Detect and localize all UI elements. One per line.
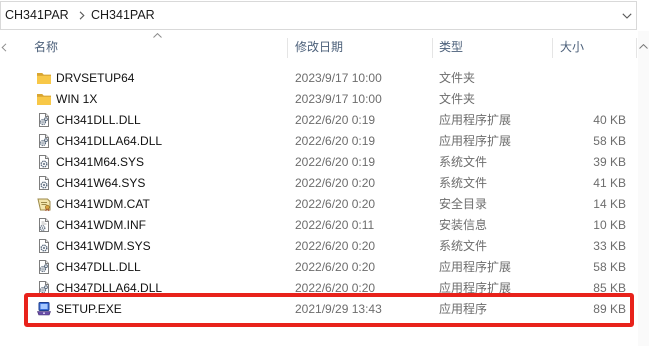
file-modified-date: 2022/6/20 0:20 <box>295 176 376 190</box>
file-type: 应用程序扩展 <box>439 260 512 274</box>
column-header-type[interactable]: 类型 <box>439 37 463 58</box>
setup-exe-icon <box>36 301 52 317</box>
column-header-row: 名称 修改日期 类型 大小 <box>0 37 637 58</box>
file-name: DRVSETUP64 <box>56 71 135 85</box>
file-row[interactable]: CH341W64.SYS 2022/6/20 0:20 系统文件 41 KB <box>26 173 634 194</box>
file-modified-date: 2022/6/20 0:11 <box>295 218 375 232</box>
breadcrumb-item[interactable]: CH341PAR <box>91 2 155 29</box>
file-row[interactable]: CH341DLL.DLL 2022/6/20 0:19 应用程序扩展 40 KB <box>26 110 634 131</box>
sys-file-icon <box>36 154 52 170</box>
sys-file-icon <box>36 175 52 191</box>
file-row[interactable]: CH341WDM.SYS 2022/6/20 0:20 系统文件 33 KB <box>26 236 634 257</box>
column-header-size[interactable]: 大小 <box>560 37 584 58</box>
file-name: CH347DLLA64.DLL <box>56 281 163 295</box>
file-row[interactable]: CH341M64.SYS 2022/6/20 0:19 系统文件 39 KB <box>26 152 634 173</box>
file-row[interactable]: CH341WDM.INF 2022/6/20 0:11 安装信息 10 KB <box>26 215 634 236</box>
chevron-right-icon[interactable] <box>79 11 85 20</box>
dll-file-icon <box>36 280 52 296</box>
file-name: SETUP.EXE <box>56 302 122 316</box>
file-modified-date: 2022/6/20 0:19 <box>295 113 376 127</box>
file-type: 系统文件 <box>439 239 488 253</box>
file-modified-date: 2023/9/17 10:00 <box>295 92 382 106</box>
file-name: CH341M64.SYS <box>56 155 145 169</box>
column-divider[interactable] <box>287 38 288 58</box>
file-modified-date: 2022/6/20 0:20 <box>295 197 376 211</box>
file-modified-date: 2023/9/17 10:00 <box>295 71 382 85</box>
file-size: 33 KB <box>593 239 626 253</box>
folder-icon <box>36 91 52 107</box>
file-list: DRVSETUP64 2023/9/17 10:00 文件夹 WIN 1X 2023/9… <box>0 68 637 320</box>
dll-file-icon <box>36 259 52 275</box>
column-divider[interactable] <box>636 38 637 58</box>
column-divider[interactable] <box>552 38 553 58</box>
file-size: 58 KB <box>593 134 626 148</box>
file-type: 应用程序扩展 <box>439 134 512 148</box>
file-type: 应用程序扩展 <box>439 113 512 127</box>
file-row[interactable]: CH347DLLA64.DLL 2022/6/20 0:20 应用程序扩展 85 KB <box>26 278 634 299</box>
sys-file-icon <box>36 238 52 254</box>
file-name: CH341DLLA64.DLL <box>56 134 163 148</box>
file-row[interactable]: SETUP.EXE 2021/9/29 13:43 应用程序 89 KB <box>26 299 634 320</box>
file-type: 文件夹 <box>439 92 476 106</box>
chevron-down-icon[interactable] <box>622 13 632 19</box>
file-row[interactable]: CH341DLLA64.DLL 2022/6/20 0:19 应用程序扩展 58 KB <box>26 131 634 152</box>
column-header-name[interactable]: 名称 <box>34 37 58 58</box>
file-modified-date: 2022/6/20 0:20 <box>295 260 376 274</box>
file-size: 39 KB <box>593 155 626 169</box>
file-name: WIN 1X <box>56 92 98 106</box>
breadcrumb-item[interactable]: CH341PAR <box>5 2 69 29</box>
file-type: 安装信息 <box>439 218 488 232</box>
file-type: 系统文件 <box>439 155 488 169</box>
file-size: 85 KB <box>593 281 626 295</box>
file-name: CH341DLL.DLL <box>56 113 141 127</box>
file-size: 40 KB <box>593 113 626 127</box>
file-name: CH341W64.SYS <box>56 176 146 190</box>
file-type: 安全目录 <box>439 197 488 211</box>
scroll-up-icon[interactable] <box>639 44 648 49</box>
file-modified-date: 2022/6/20 0:20 <box>295 239 376 253</box>
inf-file-icon <box>36 217 52 233</box>
file-name: CH341WDM.INF <box>56 218 147 232</box>
address-bar[interactable]: CH341PAR CH341PAR <box>0 1 637 30</box>
file-modified-date: 2022/6/20 0:19 <box>295 155 376 169</box>
column-header-modified[interactable]: 修改日期 <box>295 37 343 58</box>
file-modified-date: 2022/6/20 0:20 <box>295 281 376 295</box>
file-size: 41 KB <box>593 176 626 190</box>
file-size: 58 KB <box>593 260 626 274</box>
file-type: 文件夹 <box>439 71 476 85</box>
dll-file-icon <box>36 133 52 149</box>
dll-file-icon <box>36 112 52 128</box>
file-type: 应用程序 <box>439 302 488 316</box>
file-type: 系统文件 <box>439 176 488 190</box>
folder-icon <box>36 70 52 86</box>
catalog-file-icon <box>36 196 52 212</box>
file-modified-date: 2022/6/20 0:19 <box>295 134 376 148</box>
file-modified-date: 2021/9/29 13:43 <box>295 302 382 316</box>
file-size: 10 KB <box>593 218 626 232</box>
column-divider[interactable] <box>432 38 433 58</box>
vertical-scrollbar[interactable] <box>638 31 649 346</box>
file-row[interactable]: DRVSETUP64 2023/9/17 10:00 文件夹 <box>26 68 634 89</box>
file-name: CH341WDM.CAT <box>56 197 150 211</box>
file-size: 89 KB <box>593 302 626 316</box>
file-name: CH347DLL.DLL <box>56 260 141 274</box>
file-row[interactable]: WIN 1X 2023/9/17 10:00 文件夹 <box>26 89 634 110</box>
file-row[interactable]: CH341WDM.CAT 2022/6/20 0:20 安全目录 14 KB <box>26 194 634 215</box>
file-row[interactable]: CH347DLL.DLL 2022/6/20 0:20 应用程序扩展 58 KB <box>26 257 634 278</box>
file-type: 应用程序扩展 <box>439 281 512 295</box>
file-name: CH341WDM.SYS <box>56 239 151 253</box>
file-size: 14 KB <box>593 197 626 211</box>
